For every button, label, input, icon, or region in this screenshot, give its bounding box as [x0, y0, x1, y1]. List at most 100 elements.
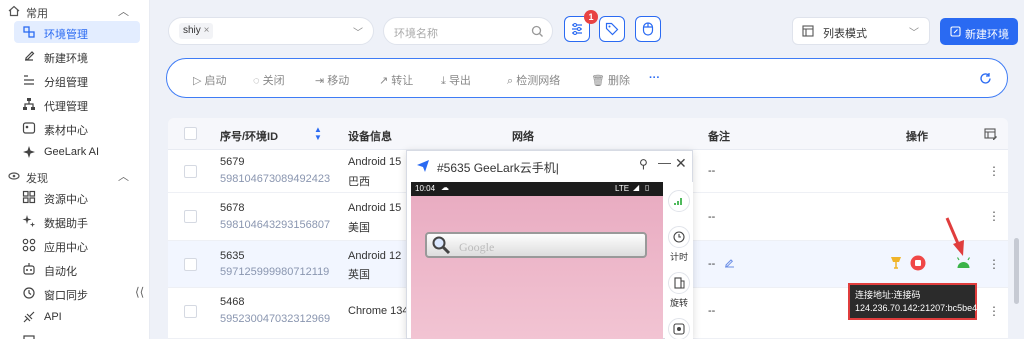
- view-mode-select[interactable]: 列表模式 ﹀: [792, 17, 930, 45]
- sidebar-item-label: GeeLark AI: [44, 146, 100, 158]
- row-env-id[interactable]: 598104673089492423: [220, 173, 330, 185]
- sidebar-item-label: 素材中心: [44, 125, 88, 137]
- screenshot-button[interactable]: [668, 318, 690, 339]
- google-search-widget[interactable]: Google: [425, 232, 647, 258]
- section-common[interactable]: 常用 ︿: [0, 2, 150, 22]
- chevron-down-icon: ﹀: [909, 28, 919, 39]
- sync-icon: [23, 287, 35, 299]
- move-button[interactable]: ⇥ 移动: [315, 72, 349, 88]
- cloud-phone-window[interactable]: #5635 GeeLark云手机| ⚲ — ✕ 10:04 ☁ LTE ◢ ▯ …: [406, 150, 693, 339]
- tag-chip[interactable]: shiy ×: [179, 23, 214, 39]
- row-remark: --: [708, 211, 716, 223]
- close-icon[interactable]: ✕: [675, 155, 687, 172]
- sidebar-item-material[interactable]: 素材中心: [14, 117, 140, 139]
- row-checkbox[interactable]: [184, 210, 197, 223]
- sidebar-item-env-manage[interactable]: 环境管理: [14, 21, 140, 43]
- tag-select[interactable]: shiy × ﹀: [168, 17, 374, 45]
- row-more-button[interactable]: ⋮: [988, 257, 1000, 271]
- column-settings-icon[interactable]: [984, 127, 998, 141]
- delete-button[interactable]: 🗑 删除: [591, 72, 630, 88]
- start-button[interactable]: ▷ 启动: [193, 72, 227, 88]
- minimize-icon[interactable]: —: [658, 155, 671, 170]
- row-more-button[interactable]: ⋮: [988, 164, 1000, 178]
- export-button[interactable]: ⤓ 导出: [441, 72, 471, 88]
- material-icon: [22, 122, 36, 134]
- search-icon: ⌕: [507, 75, 514, 87]
- more-actions-button[interactable]: ···: [649, 72, 660, 84]
- stop-icon[interactable]: [910, 255, 926, 271]
- sidebar-item-new-env[interactable]: 新建环境: [14, 45, 140, 67]
- play-icon: ▷: [193, 75, 202, 87]
- edit-icon: [950, 26, 961, 37]
- env-icon: [23, 26, 35, 38]
- start-label: 启动: [204, 75, 227, 87]
- sidebar-item-window-sync[interactable]: 窗口同步: [14, 282, 140, 304]
- sidebar-item-data-assistant[interactable]: 数据助手: [14, 210, 140, 232]
- sidebar-item-label: API: [44, 311, 62, 323]
- sidebar-item-app-center[interactable]: 应用中心: [14, 234, 140, 256]
- check-network-button[interactable]: ⌕ 检测网络: [507, 72, 560, 88]
- rotate-label: 旋转: [669, 298, 688, 308]
- scrollbar[interactable]: [1014, 238, 1019, 304]
- row-seq: 5678: [220, 202, 245, 214]
- row-env-id[interactable]: 598104643293156807: [220, 219, 330, 231]
- row-env-id[interactable]: 595230047032312969: [220, 313, 330, 325]
- sidebar-item-resource[interactable]: 资源中心: [14, 186, 140, 208]
- rotate-button[interactable]: [668, 272, 690, 294]
- header-action: 操作: [906, 131, 928, 143]
- sidebar-item-group[interactable]: 分组管理: [14, 69, 140, 91]
- row-region: 美国: [348, 222, 370, 234]
- tag-button[interactable]: [599, 16, 625, 42]
- tag-chip-label: shiy: [183, 25, 201, 36]
- signal-stats-button[interactable]: [668, 190, 690, 212]
- eye-icon: [8, 172, 20, 180]
- wifi-signal-icon[interactable]: [890, 255, 902, 271]
- close-icon[interactable]: ×: [204, 25, 210, 36]
- row-more-button[interactable]: ⋮: [988, 304, 1000, 318]
- row-seq: 5468: [220, 296, 245, 308]
- header-seq: 序号/环境ID: [220, 131, 279, 143]
- section-discover[interactable]: 发现 ︿: [0, 167, 150, 187]
- close-button[interactable]: ◌ 关闭: [253, 72, 285, 88]
- mouse-button[interactable]: [635, 16, 661, 42]
- refresh-icon[interactable]: [979, 72, 992, 85]
- transfer-button[interactable]: ↗ 转让: [379, 72, 413, 88]
- chevron-up-icon: ︿: [118, 171, 129, 183]
- phone-screen[interactable]: 10:04 ☁ LTE ◢ ▯ Google: [411, 182, 663, 339]
- row-env-id[interactable]: 597125999980712119: [220, 266, 329, 278]
- move-icon: ⇥: [315, 75, 325, 87]
- new-env-button[interactable]: 新建环境: [940, 18, 1018, 45]
- google-placeholder: Google: [459, 240, 495, 254]
- download-icon: ⤓: [441, 75, 446, 87]
- trash-icon: 🗑: [591, 75, 605, 87]
- tag-icon: [605, 22, 619, 36]
- select-all-checkbox[interactable]: [184, 127, 197, 140]
- row-os: Chrome 134: [348, 305, 409, 317]
- phone-status-bar: 10:04 ☁ LTE ◢ ▯: [411, 182, 663, 196]
- sidebar-item-geelark-ai[interactable]: GeeLark AI: [14, 141, 140, 163]
- sidebar-item-partial[interactable]: [14, 330, 140, 339]
- name-search-input[interactable]: 环境名称: [383, 17, 553, 45]
- timer-button[interactable]: [668, 226, 690, 248]
- row-checkbox[interactable]: [184, 305, 197, 318]
- sidebar-item-automation[interactable]: 自动化: [14, 258, 140, 280]
- search-icon[interactable]: [531, 25, 544, 38]
- section-common-label: 常用: [26, 8, 48, 20]
- chevron-up-icon: ︿: [118, 6, 129, 18]
- row-checkbox[interactable]: [184, 165, 197, 178]
- new-env-label: 新建环境: [965, 29, 1009, 41]
- close-label: 关闭: [262, 75, 285, 87]
- sort-icon[interactable]: ▲ ▼: [314, 126, 322, 142]
- sidebar-item-api[interactable]: API: [14, 306, 140, 328]
- row-more-button[interactable]: ⋮: [988, 209, 1000, 223]
- row-checkbox[interactable]: [184, 258, 197, 271]
- red-arrow-annotation: [945, 217, 964, 256]
- doc-icon: [23, 335, 35, 339]
- tooltip-line2[interactable]: 124.236.70.142:21207:bc5be4: [855, 302, 977, 315]
- pin-icon[interactable]: ⚲: [639, 157, 648, 171]
- mouse-icon: [642, 22, 654, 36]
- sidebar-item-proxy[interactable]: 代理管理: [14, 93, 140, 115]
- collapse-sidebar-button[interactable]: ⟨⟨: [135, 285, 144, 299]
- edit-remark-icon[interactable]: [724, 257, 735, 268]
- apps-icon: [22, 238, 36, 252]
